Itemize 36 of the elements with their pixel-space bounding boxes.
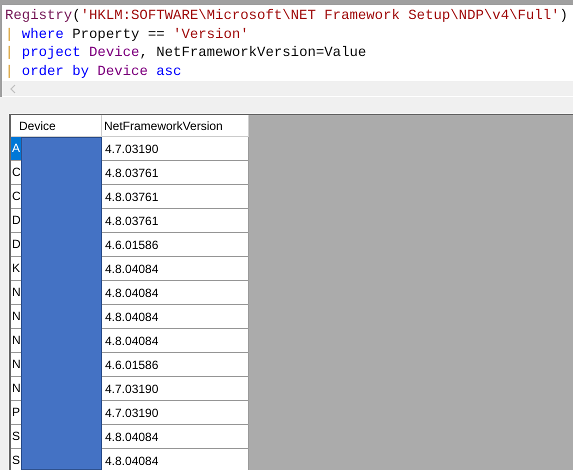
table-cell[interactable]: N — [11, 377, 21, 400]
column-header[interactable]: Device — [11, 115, 102, 136]
table-cell[interactable]: 4.8.04084 — [102, 448, 248, 470]
table-cell[interactable]: 4.8.04084 — [102, 256, 248, 280]
table-cell[interactable]: 4.8.03761 — [102, 208, 248, 232]
table-cell[interactable]: 4.6.01586 — [102, 352, 248, 376]
table-cell[interactable]: N — [11, 329, 21, 352]
table-cell[interactable]: 4.6.01586 — [102, 232, 248, 256]
code-line: | project Device, NetFrameworkVersion=Value — [5, 44, 368, 62]
table-cell[interactable]: C — [11, 185, 21, 208]
table-cell[interactable]: N — [11, 281, 21, 304]
table-cell[interactable]: C — [11, 161, 21, 184]
scroll-left-icon[interactable] — [10, 84, 16, 94]
table-cell[interactable]: 4.7.03190 — [102, 400, 248, 424]
table-cell[interactable]: 4.7.03190 — [102, 136, 248, 160]
table-cell[interactable]: A — [11, 137, 21, 160]
table-cell[interactable]: 4.8.04084 — [102, 424, 248, 448]
table-cell[interactable]: 4.8.03761 — [102, 184, 248, 208]
table-cell[interactable]: 4.8.04084 — [102, 304, 248, 328]
code-line: | where Property == 'Version' — [5, 26, 250, 44]
table-cell[interactable]: S — [11, 425, 21, 448]
table-cell[interactable]: D — [11, 233, 21, 256]
table-cell[interactable]: S — [11, 449, 21, 470]
query-editor[interactable]: Registry('HKLM:SOFTWARE\Microsoft\NET Framework Setup\NDP\v4\Full') | where Property == 'Version' | project Device, NetFrameworkVersion=Value | order by Device asc — [0, 0, 573, 97]
table-cell[interactable]: K — [11, 257, 21, 280]
table-cell[interactable]: N — [11, 353, 21, 376]
table-cell[interactable]: D — [11, 209, 21, 232]
table-cell[interactable]: 4.8.03761 — [102, 160, 248, 184]
code-line: Registry('HKLM:SOFTWARE\Microsoft\NET Framework Setup\NDP\v4\Full') — [5, 7, 569, 26]
table-cell[interactable]: P — [11, 401, 21, 424]
table-cell[interactable]: 4.8.04084 — [102, 280, 248, 304]
column-header[interactable]: NetFrameworkVersion — [102, 115, 248, 136]
code-line: | order by Device asc — [5, 62, 182, 81]
table-cell[interactable]: 4.7.03190 — [102, 376, 248, 400]
table-cell[interactable]: N — [11, 305, 21, 328]
table-cell[interactable]: 4.8.04084 — [102, 328, 248, 352]
